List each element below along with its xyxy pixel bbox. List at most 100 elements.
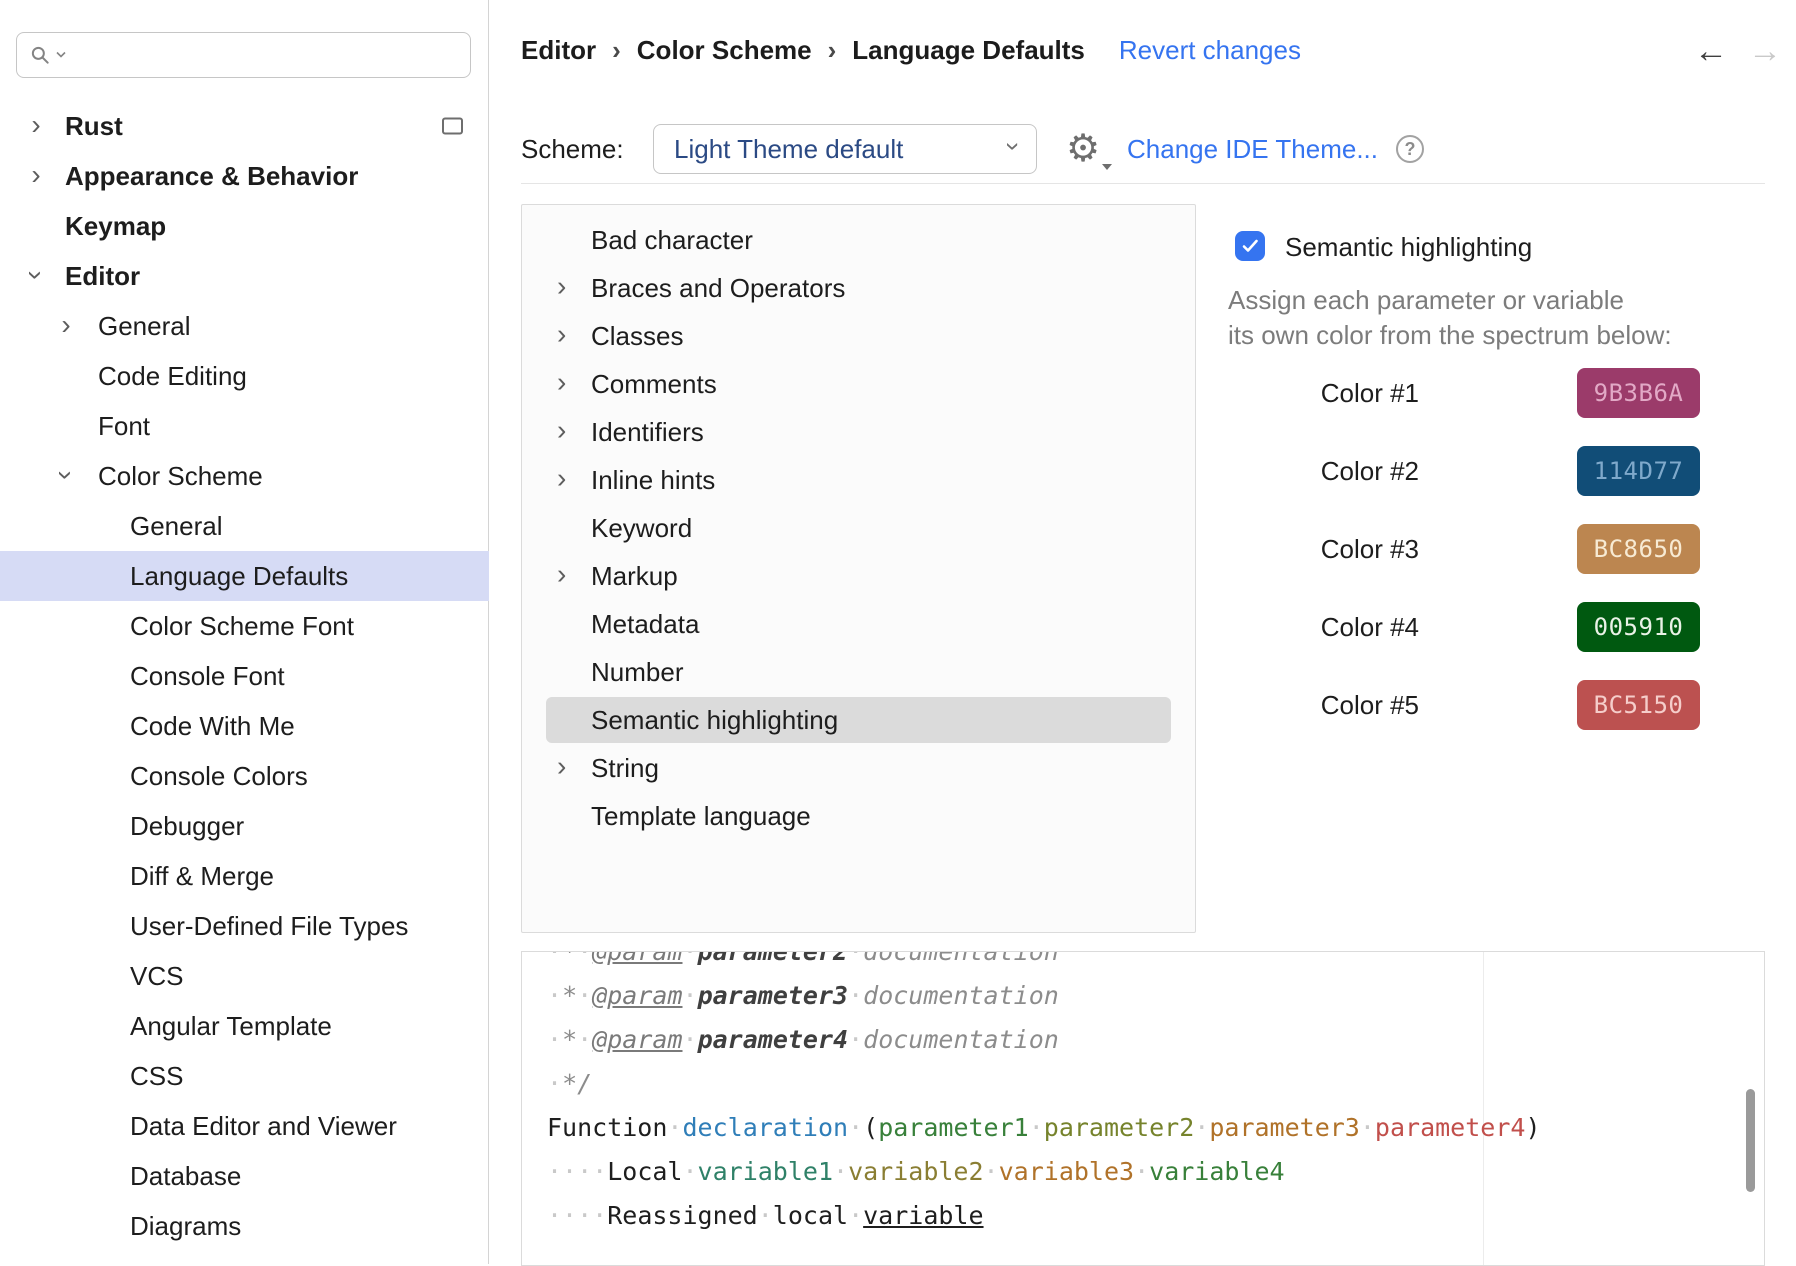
sidebar-item-database[interactable]: Database	[0, 1151, 489, 1201]
forward-arrow-icon[interactable]: →	[1748, 34, 1782, 68]
chevron-right-icon[interactable]: ›	[557, 270, 566, 302]
color-swatch-color-5[interactable]: BC5150	[1577, 680, 1700, 730]
sidebar-item-appearance-behavior[interactable]: ›Appearance & Behavior	[0, 151, 489, 201]
sidebar-item-label: Font	[0, 411, 150, 442]
search-options-chevron-icon[interactable]	[55, 51, 67, 59]
element-item-number[interactable]: Number	[522, 648, 1195, 696]
sidebar-item-css[interactable]: CSS	[0, 1051, 489, 1101]
sidebar-item-vcs[interactable]: VCS	[0, 951, 489, 1001]
color-label: Color #5	[1228, 690, 1419, 721]
breadcrumb-item-language-defaults[interactable]: Language Defaults	[852, 35, 1085, 66]
semantic-highlighting-checkbox-label[interactable]: Semantic highlighting	[1285, 232, 1532, 263]
color-swatch-color-4[interactable]: 005910	[1577, 602, 1700, 652]
chevron-right-icon: ›	[612, 35, 621, 66]
code-preview-panel[interactable]: ·*·@param·parameter2·documentation·*·@pa…	[521, 951, 1765, 1266]
chevron-down-icon[interactable]: ›	[28, 267, 44, 283]
sidebar-item-color-scheme[interactable]: ›Color Scheme	[0, 451, 489, 501]
chevron-right-icon[interactable]: ›	[557, 462, 566, 494]
element-item-comments[interactable]: ›Comments	[522, 360, 1195, 408]
sidebar-item-diff-merge[interactable]: Diff & Merge	[0, 851, 489, 901]
sidebar-item-angular-template[interactable]: Angular Template	[0, 1001, 489, 1051]
revert-changes-link[interactable]: Revert changes	[1119, 35, 1301, 66]
element-item-label: Inline hints	[522, 465, 715, 496]
element-item-bad-character[interactable]: Bad character	[522, 216, 1195, 264]
sidebar-item-label: CSS	[0, 1061, 183, 1092]
sidebar-item-label: User-Defined File Types	[0, 911, 408, 942]
breadcrumb: Editor › Color Scheme › Language Default…	[521, 24, 1301, 76]
sidebar-item-diagrams[interactable]: Diagrams	[0, 1201, 489, 1251]
sidebar-item-rust[interactable]: ›Rust	[0, 101, 489, 151]
chevron-right-icon[interactable]: ›	[557, 558, 566, 590]
color-row: Color #4005910	[1228, 602, 1748, 652]
back-arrow-icon[interactable]: ←	[1694, 34, 1728, 68]
search-icon	[29, 44, 51, 66]
chevron-right-icon[interactable]: ›	[28, 167, 44, 183]
scrollbar-thumb[interactable]	[1746, 1089, 1755, 1192]
element-item-braces-and-operators[interactable]: ›Braces and Operators	[522, 264, 1195, 312]
sidebar-item-label: Diagrams	[0, 1211, 241, 1242]
sidebar-item-user-defined-file-types[interactable]: User-Defined File Types	[0, 901, 489, 951]
sidebar-item-label: Language Defaults	[0, 561, 348, 592]
element-item-identifiers[interactable]: ›Identifiers	[522, 408, 1195, 456]
gear-dropdown-chevron-icon[interactable]	[1102, 164, 1112, 170]
element-item-string[interactable]: ›String	[522, 744, 1195, 792]
element-item-template-language[interactable]: Template language	[522, 792, 1195, 840]
element-item-label: Number	[522, 657, 683, 688]
help-icon[interactable]: ?	[1396, 135, 1424, 163]
breadcrumb-item-color-scheme[interactable]: Color Scheme	[637, 35, 812, 66]
sidebar-item-editor[interactable]: ›Editor	[0, 251, 489, 301]
element-item-metadata[interactable]: Metadata	[522, 600, 1195, 648]
search-input[interactable]	[71, 41, 458, 69]
element-item-semantic-highlighting[interactable]: Semantic highlighting	[546, 697, 1171, 743]
sidebar-item-console-font[interactable]: Console Font	[0, 651, 489, 701]
code-line: Function·declaration·(parameter1·paramet…	[547, 1106, 1764, 1150]
color-row: Color #3BC8650	[1228, 524, 1748, 574]
color-swatch-color-3[interactable]: BC8650	[1577, 524, 1700, 574]
sidebar-item-console-colors[interactable]: Console Colors	[0, 751, 489, 801]
breadcrumb-item-editor[interactable]: Editor	[521, 35, 596, 66]
sidebar-item-color-scheme-font[interactable]: Color Scheme Font	[0, 601, 489, 651]
chevron-right-icon[interactable]: ›	[557, 750, 566, 782]
gear-icon[interactable]: ⚙	[1066, 127, 1100, 171]
sidebar-item-data-editor-and-viewer[interactable]: Data Editor and Viewer	[0, 1101, 489, 1151]
settings-window: ›Rust›Appearance & BehaviorKeymap›Editor…	[0, 0, 1796, 1264]
element-item-markup[interactable]: ›Markup	[522, 552, 1195, 600]
element-item-label: Identifiers	[522, 417, 704, 448]
sidebar-item-font[interactable]: Font	[0, 401, 489, 451]
sidebar-item-language-defaults[interactable]: Language Defaults	[0, 551, 489, 601]
sidebar-item-general[interactable]: General	[0, 501, 489, 551]
color-swatch-color-1[interactable]: 9B3B6A	[1577, 368, 1700, 418]
color-swatch-color-2[interactable]: 114D77	[1577, 446, 1700, 496]
sidebar-item-label: Debugger	[0, 811, 244, 842]
sidebar-item-label: Code Editing	[0, 361, 247, 392]
code-line: ·*·@param·parameter2·documentation	[547, 951, 1764, 974]
chevron-down-icon: ›	[998, 142, 1029, 151]
chevron-down-icon[interactable]: ›	[58, 467, 74, 483]
sidebar-item-code-editing[interactable]: Code Editing	[0, 351, 489, 401]
color-label: Color #1	[1228, 378, 1419, 409]
color-row: Color #2114D77	[1228, 446, 1748, 496]
change-ide-theme-link[interactable]: Change IDE Theme...	[1127, 134, 1378, 165]
sidebar-item-code-with-me[interactable]: Code With Me	[0, 701, 489, 751]
element-item-label: Keyword	[522, 513, 692, 544]
element-item-classes[interactable]: ›Classes	[522, 312, 1195, 360]
semantic-highlighting-checkbox[interactable]	[1235, 231, 1265, 261]
element-item-keyword[interactable]: Keyword	[522, 504, 1195, 552]
element-item-inline-hints[interactable]: ›Inline hints	[522, 456, 1195, 504]
code-line: ·*·@param·parameter3·documentation	[547, 974, 1764, 1018]
chevron-right-icon[interactable]: ›	[557, 318, 566, 350]
chevron-right-icon: ›	[828, 35, 837, 66]
color-row: Color #1 9B3B6A	[1228, 368, 1748, 418]
sidebar-item-label: Data Editor and Viewer	[0, 1111, 397, 1142]
sidebar-item-keymap[interactable]: Keymap	[0, 201, 489, 251]
chevron-right-icon[interactable]: ›	[557, 414, 566, 446]
chevron-right-icon[interactable]: ›	[58, 317, 74, 333]
settings-search[interactable]	[16, 32, 471, 78]
settings-sidebar: ›Rust›Appearance & BehaviorKeymap›Editor…	[0, 0, 489, 1264]
sidebar-item-general[interactable]: ›General	[0, 301, 489, 351]
chevron-right-icon[interactable]: ›	[28, 117, 44, 133]
sidebar-item-debugger[interactable]: Debugger	[0, 801, 489, 851]
scheme-select[interactable]: Light Theme default ›	[653, 124, 1037, 174]
scheme-select-value: Light Theme default	[674, 134, 903, 165]
chevron-right-icon[interactable]: ›	[557, 366, 566, 398]
